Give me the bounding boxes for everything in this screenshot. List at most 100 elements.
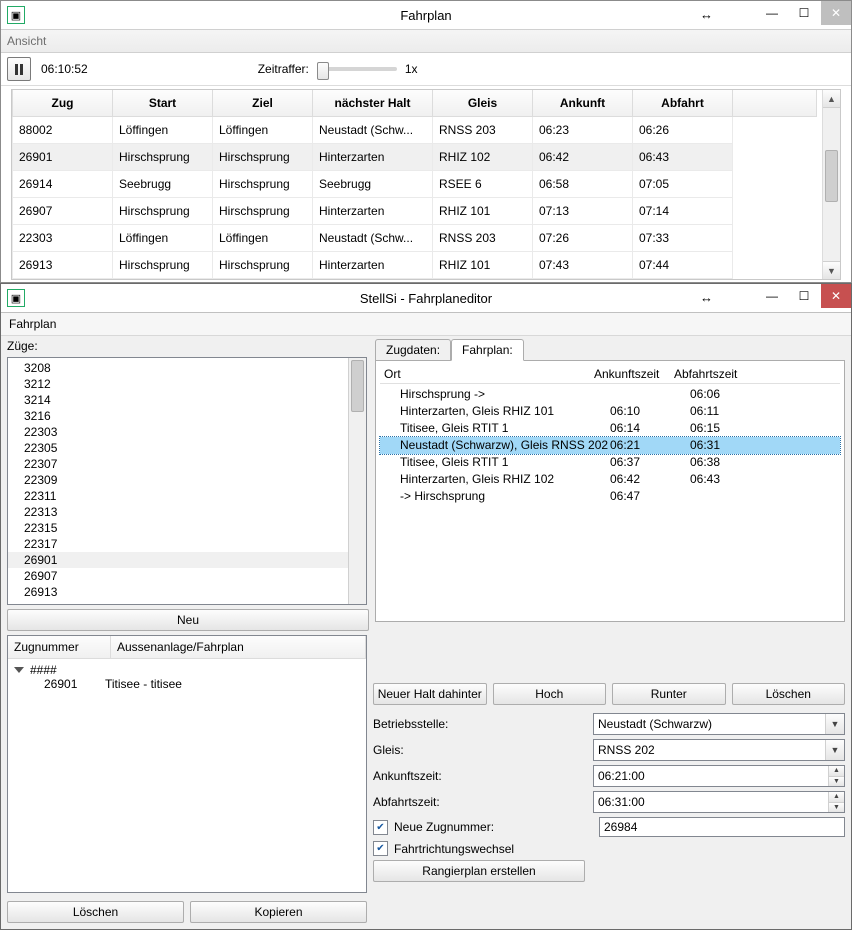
departure-time-field[interactable] <box>594 792 828 812</box>
station-select[interactable]: Neustadt (Schwarzw) ▼ <box>593 713 845 735</box>
col-start[interactable]: Start <box>113 90 213 117</box>
stop-row[interactable]: Titisee, Gleis RTIT 106:3706:38 <box>380 454 840 471</box>
col-ziel[interactable]: Ziel <box>213 90 313 117</box>
list-item[interactable]: 22311 <box>8 488 366 504</box>
scroll-down-icon[interactable]: ▼ <box>823 261 840 279</box>
scroll-thumb[interactable] <box>351 360 364 412</box>
maximize-button[interactable]: ☐ <box>789 1 819 25</box>
table-row[interactable]: 22303LöffingenLöffingenNeustadt (Schw...… <box>13 225 817 252</box>
schedule-table-wrap: ZugStartZielnächster HaltGleisAnkunftAbf… <box>11 89 841 280</box>
copy-button[interactable]: Kopieren <box>190 901 367 923</box>
minimize-button[interactable]: — <box>757 1 787 25</box>
new-stop-after-button[interactable]: Neuer Halt dahinter <box>373 683 487 705</box>
move-down-button[interactable]: Runter <box>612 683 726 705</box>
expand-icon[interactable] <box>14 667 24 673</box>
reverse-row: ✔ Fahrtrichtungswechsel <box>373 841 845 856</box>
table-cell: RHIZ 102 <box>433 144 533 171</box>
stop-row[interactable]: Neustadt (Schwarzw), Gleis RNSS 20206:21… <box>380 437 840 454</box>
spin-up-icon[interactable]: ▲ <box>828 792 844 803</box>
close-button[interactable]: ✕ <box>821 284 851 308</box>
col-ankunft[interactable]: Ankunftszeit <box>594 367 674 381</box>
track-select[interactable]: RNSS 202 ▼ <box>593 739 845 761</box>
list-item[interactable]: 22303 <box>8 424 366 440</box>
list-item[interactable]: 26913 <box>8 584 366 600</box>
tab-fahrplan[interactable]: Fahrplan: <box>451 339 524 361</box>
track-label: Gleis: <box>373 743 593 757</box>
arrival-time-input[interactable]: ▲ ▼ <box>593 765 845 787</box>
new-number-input[interactable] <box>599 817 845 837</box>
minimize-button[interactable]: — <box>757 284 787 308</box>
stop-row[interactable]: Hinterzarten, Gleis RHIZ 10206:4206:43 <box>380 471 840 488</box>
stop-row[interactable]: Hinterzarten, Gleis RHIZ 10106:1006:11 <box>380 403 840 420</box>
table-row[interactable]: 26913HirschsprungHirschsprungHinterzarte… <box>13 252 817 279</box>
table-row[interactable]: 26901HirschsprungHirschsprungHinterzarte… <box>13 144 817 171</box>
delete-stop-button[interactable]: Löschen <box>732 683 846 705</box>
maximize-button[interactable]: ☐ <box>789 284 819 308</box>
table-row[interactable]: 88002LöffingenLöffingenNeustadt (Schw...… <box>13 117 817 144</box>
table-cell: 07:43 <box>533 252 633 279</box>
tree-root-node[interactable]: #### <box>14 663 360 677</box>
list-item[interactable]: 22305 <box>8 440 366 456</box>
create-shunting-plan-button[interactable]: Rangierplan erstellen <box>373 860 585 882</box>
tab-zugdaten[interactable]: Zugdaten: <box>375 339 451 361</box>
tree-child-node[interactable]: 26901 Titisee - titisee <box>14 677 360 691</box>
neu-button[interactable]: Neu <box>7 609 369 631</box>
col-abfahrt[interactable]: Abfahrtszeit <box>674 367 840 381</box>
list-item[interactable]: 3208 <box>8 360 366 376</box>
move-up-button[interactable]: Hoch <box>493 683 607 705</box>
stop-ank: 06:14 <box>610 420 690 437</box>
schedule-table[interactable]: ZugStartZielnächster HaltGleisAnkunftAbf… <box>12 90 817 279</box>
col-zug[interactable]: Zug <box>13 90 113 117</box>
scroll-thumb[interactable] <box>825 150 838 202</box>
list-item[interactable]: 22315 <box>8 520 366 536</box>
departure-time-input[interactable]: ▲ ▼ <box>593 791 845 813</box>
stop-row[interactable]: Titisee, Gleis RTIT 106:1406:15 <box>380 420 840 437</box>
stop-row[interactable]: -> Hirschsprung06:47 <box>380 488 840 505</box>
list-item[interactable]: 3214 <box>8 392 366 408</box>
stops-list[interactable]: Hirschsprung ->06:06Hinterzarten, Gleis … <box>380 386 840 505</box>
col-ankunft[interactable]: Ankunft <box>533 90 633 117</box>
reverse-checkbox[interactable]: ✔ <box>373 841 388 856</box>
stop-row[interactable]: Hirschsprung ->06:06 <box>380 386 840 403</box>
list-scrollbar[interactable] <box>348 358 366 604</box>
arrival-label: Ankunftszeit: <box>373 769 593 783</box>
list-item[interactable]: 22313 <box>8 504 366 520</box>
col-nächster halt[interactable]: nächster Halt <box>313 90 433 117</box>
table-cell: 22303 <box>13 225 113 252</box>
col-abfahrt[interactable]: Abfahrt <box>633 90 733 117</box>
delete-button[interactable]: Löschen <box>7 901 184 923</box>
tree-col-zugnummer[interactable]: Zugnummer <box>8 636 111 658</box>
time-scale-slider[interactable] <box>317 67 397 71</box>
arrival-time-field[interactable] <box>594 766 828 786</box>
col-gleis[interactable]: Gleis <box>433 90 533 117</box>
menu-view[interactable]: Ansicht <box>7 34 46 48</box>
list-item[interactable]: 26901 <box>8 552 366 568</box>
table-row[interactable]: 26907HirschsprungHirschsprungHinterzarte… <box>13 198 817 225</box>
pause-button[interactable] <box>7 57 31 81</box>
list-item[interactable]: 3212 <box>8 376 366 392</box>
close-button[interactable]: ✕ <box>821 1 851 25</box>
list-item[interactable]: 3216 <box>8 408 366 424</box>
zug-tree[interactable]: Zugnummer Aussenanlage/Fahrplan #### 269… <box>7 635 367 893</box>
list-item[interactable]: 22307 <box>8 456 366 472</box>
new-number-checkbox[interactable]: ✔ <box>373 820 388 835</box>
pause-icon <box>20 64 23 75</box>
table-row[interactable]: 26914SeebruggHirschsprungSeebruggRSEE 60… <box>13 171 817 198</box>
vertical-scrollbar[interactable]: ▲ ▼ <box>822 90 840 279</box>
list-item[interactable]: 22309 <box>8 472 366 488</box>
chevron-down-icon[interactable]: ▼ <box>825 740 844 760</box>
list-item[interactable]: 26907 <box>8 568 366 584</box>
table-cell: Hirschsprung <box>113 252 213 279</box>
spin-up-icon[interactable]: ▲ <box>828 766 844 777</box>
tree-col-aussenanlage[interactable]: Aussenanlage/Fahrplan <box>111 636 366 658</box>
chevron-down-icon[interactable]: ▼ <box>825 714 844 734</box>
spin-down-icon[interactable]: ▼ <box>828 777 844 787</box>
spin-down-icon[interactable]: ▼ <box>828 803 844 813</box>
scroll-up-icon[interactable]: ▲ <box>823 90 840 108</box>
col-ort[interactable]: Ort <box>380 367 594 381</box>
zuege-list[interactable]: 3208321232143216223032230522307223092231… <box>7 357 367 605</box>
station-label: Betriebsstelle: <box>373 717 593 731</box>
list-item[interactable]: 22317 <box>8 536 366 552</box>
slider-thumb[interactable] <box>317 62 329 80</box>
menu-fahrplan[interactable]: Fahrplan <box>1 314 64 334</box>
